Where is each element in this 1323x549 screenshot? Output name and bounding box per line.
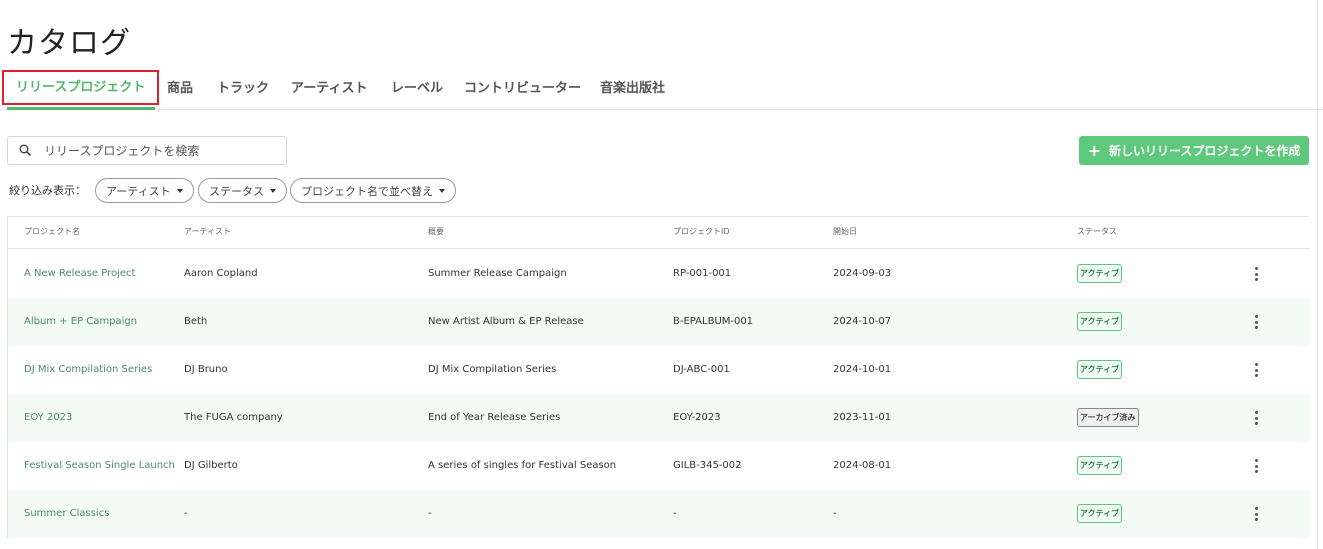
plus-icon: + — [1087, 140, 1101, 160]
summary-cell: Summer Release Campaign — [428, 268, 567, 279]
artist-filter-dropdown[interactable]: アーティスト — [95, 178, 194, 203]
artist-filter-label: アーティスト — [106, 184, 171, 198]
start-date-cell: 2024-10-07 — [833, 316, 892, 327]
caret-down-icon — [270, 188, 276, 193]
start-date-cell: 2024-10-01 — [833, 364, 892, 375]
summary-cell: New Artist Album & EP Release — [428, 316, 584, 327]
more-options-icon[interactable] — [1249, 314, 1263, 330]
project-name-link[interactable]: Summer Classics — [24, 508, 109, 519]
summary-cell: - — [428, 508, 432, 519]
tab-release-projects[interactable]: リリースプロジェクト — [2, 70, 160, 105]
table-header: プロジェクト名 アーティスト 概要 プロジェクトID 開始日 ステータス — [8, 217, 1310, 249]
header-summary[interactable]: 概要 — [428, 226, 444, 237]
caret-down-icon — [439, 188, 445, 193]
project-id-cell: RP-001-001 — [673, 268, 732, 279]
table-row[interactable]: Album + EP Campaign Beth New Artist Albu… — [8, 298, 1310, 346]
project-name-link[interactable]: DJ Mix Compilation Series — [24, 364, 152, 375]
tab-contributors[interactable]: コントリビューター — [464, 70, 581, 107]
more-options-icon[interactable] — [1249, 410, 1263, 426]
tab-labels[interactable]: レーベル — [391, 70, 443, 107]
status-badge: アクティブ — [1077, 264, 1123, 283]
status-filter-dropdown[interactable]: ステータス — [198, 178, 287, 203]
start-date-cell: 2024-09-03 — [833, 268, 892, 279]
status-badge: アーカイブ済み — [1077, 408, 1139, 427]
project-id-cell: DJ-ABC-001 — [673, 364, 730, 375]
project-name-link[interactable]: Festival Season Single Launch — [24, 460, 175, 471]
header-artist[interactable]: アーティスト — [184, 226, 231, 237]
table-row[interactable]: Festival Season Single Launch DJ Gilbert… — [8, 442, 1310, 490]
project-name-link[interactable]: A New Release Project — [24, 268, 135, 279]
artist-cell: The FUGA company — [184, 412, 283, 423]
scrollbar-edge — [1317, 0, 1318, 549]
artist-cell: Aaron Copland — [184, 268, 258, 279]
status-badge: アクティブ — [1077, 504, 1123, 523]
status-filter-label: ステータス — [209, 184, 264, 198]
artist-cell: DJ Bruno — [184, 364, 228, 375]
table-row[interactable]: Summer Classics - - - - アクティブ — [8, 490, 1310, 538]
release-projects-table: プロジェクト名 アーティスト 概要 プロジェクトID 開始日 ステータス A N… — [7, 216, 1310, 538]
summary-cell: A series of singles for Festival Season — [428, 460, 617, 471]
project-id-cell: EOY-2023 — [673, 412, 721, 423]
project-id-cell: - — [673, 508, 677, 519]
header-project-id[interactable]: プロジェクトID — [673, 226, 730, 237]
tab-artists[interactable]: アーティスト — [291, 70, 367, 107]
active-tab-indicator — [7, 107, 155, 110]
search-input[interactable] — [44, 137, 280, 164]
search-field[interactable] — [7, 136, 287, 165]
tab-tracks[interactable]: トラック — [217, 70, 269, 107]
sort-dropdown[interactable]: プロジェクト名で並べ替え — [290, 178, 456, 203]
status-badge: アクティブ — [1077, 456, 1123, 475]
start-date-cell: - — [833, 508, 837, 519]
artist-cell: DJ Gilberto — [184, 460, 238, 471]
more-options-icon[interactable] — [1249, 266, 1263, 282]
project-id-cell: GILB-345-002 — [673, 460, 742, 471]
search-icon — [19, 144, 31, 156]
artist-cell: Beth — [184, 316, 208, 327]
summary-cell: DJ Mix Compilation Series — [428, 364, 557, 375]
tab-music-publishers[interactable]: 音楽出版社 — [600, 70, 665, 107]
status-badge: アクティブ — [1077, 360, 1123, 379]
status-badge: アクティブ — [1077, 312, 1123, 331]
project-name-link[interactable]: EOY 2023 — [24, 412, 72, 423]
header-project-name[interactable]: プロジェクト名 — [24, 226, 80, 237]
tab-products[interactable]: 商品 — [167, 70, 193, 107]
filter-label: 絞り込み表示： — [9, 184, 86, 197]
header-status[interactable]: ステータス — [1077, 226, 1117, 237]
page-title: カタログ — [7, 26, 131, 61]
more-options-icon[interactable] — [1249, 506, 1263, 522]
create-release-project-button[interactable]: + 新しいリリースプロジェクトを作成 — [1079, 136, 1309, 165]
project-name-link[interactable]: Album + EP Campaign — [24, 316, 137, 327]
table-row[interactable]: EOY 2023 The FUGA company End of Year Re… — [8, 394, 1310, 442]
table-row[interactable]: A New Release Project Aaron Copland Summ… — [8, 250, 1310, 298]
tab-bar: リリースプロジェクト 商品 トラック アーティスト レーベル コントリビューター… — [0, 70, 1323, 110]
caret-down-icon — [176, 188, 183, 193]
start-date-cell: 2023-11-01 — [833, 412, 892, 423]
artist-cell: - — [184, 508, 188, 519]
more-options-icon[interactable] — [1249, 458, 1263, 474]
more-options-icon[interactable] — [1249, 362, 1263, 378]
sort-label: プロジェクト名で並べ替え — [301, 184, 433, 198]
summary-cell: End of Year Release Series — [428, 412, 561, 423]
header-start-date[interactable]: 開始日 — [833, 226, 857, 237]
start-date-cell: 2024-08-01 — [833, 460, 892, 471]
create-button-label: 新しいリリースプロジェクトを作成 — [1109, 144, 1301, 158]
project-id-cell: B-EPALBUM-001 — [673, 316, 754, 327]
table-row[interactable]: DJ Mix Compilation Series DJ Bruno DJ Mi… — [8, 346, 1310, 394]
